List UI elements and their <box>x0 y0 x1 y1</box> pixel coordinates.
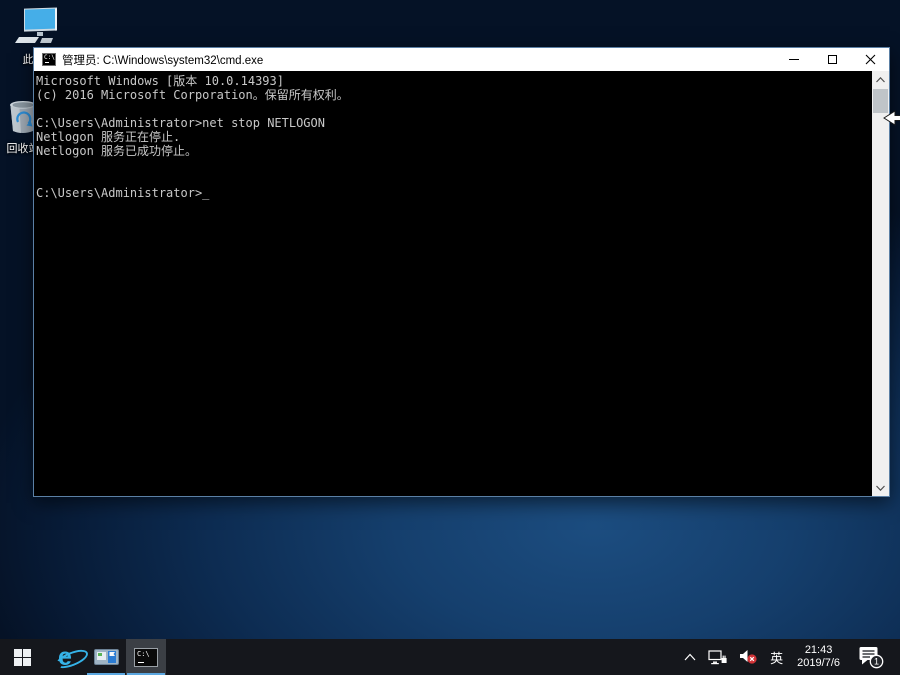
tray-network[interactable] <box>702 639 733 675</box>
tray-volume-muted[interactable] <box>733 639 764 675</box>
console-prompt-line: C:\Users\Administrator>_ <box>36 186 872 200</box>
console-line: (c) 2016 Microsoft Corporation。保留所有权利。 <box>36 88 872 102</box>
console-line <box>36 172 872 186</box>
taskbar-item-server-manager[interactable] <box>86 639 126 675</box>
console-output[interactable]: Microsoft Windows [版本 10.0.14393] (c) 20… <box>34 71 872 496</box>
taskbar-item-cmd[interactable]: C:\ <box>126 639 166 675</box>
close-icon <box>865 54 876 65</box>
desktop: 此电脑 回收站 C:\ 管理员: C:\Windows\system32\cmd… <box>0 0 900 675</box>
clock-time: 21:43 <box>805 644 833 657</box>
chevron-down-icon <box>876 485 885 491</box>
start-button[interactable] <box>0 639 44 675</box>
this-pc-icon <box>15 5 63 52</box>
close-button[interactable] <box>851 48 889 71</box>
taskbar: e C:\ <box>0 639 900 675</box>
vertical-scrollbar[interactable] <box>872 71 889 496</box>
maximize-button[interactable] <box>813 48 851 71</box>
tray-show-hidden-icons[interactable] <box>678 639 702 675</box>
tray-ime-indicator[interactable]: 英 <box>764 639 789 675</box>
minimize-button[interactable] <box>775 48 813 71</box>
console-line: C:\Users\Administrator>net stop NETLOGON <box>36 116 872 130</box>
network-icon <box>708 650 727 665</box>
console-line: Microsoft Windows [版本 10.0.14393] <box>36 74 872 88</box>
minimize-icon <box>789 59 799 60</box>
chevron-up-icon <box>684 653 696 661</box>
windows-logo-icon <box>14 649 31 666</box>
scrollbar-thumb[interactable] <box>873 89 888 113</box>
console-body: Microsoft Windows [版本 10.0.14393] (c) 20… <box>34 71 889 496</box>
console-line <box>36 158 872 172</box>
taskbar-item-internet-explorer[interactable]: e <box>44 639 86 675</box>
notification-badge: 1 <box>874 657 879 667</box>
action-center-icon: 1 <box>858 645 884 669</box>
tray-clock[interactable]: 21:43 2019/7/6 <box>789 639 848 675</box>
cmd-taskbar-icon: C:\ <box>134 648 158 667</box>
cmd-window: C:\ 管理员: C:\Windows\system32\cmd.exe Mic… <box>33 47 890 497</box>
console-prompt: C:\Users\Administrator> <box>36 186 202 200</box>
scroll-up-button[interactable] <box>872 71 889 88</box>
console-line <box>36 102 872 116</box>
console-line: Netlogon 服务正在停止. <box>36 130 872 144</box>
speaker-muted-icon <box>739 649 758 665</box>
window-title: 管理员: C:\Windows\system32\cmd.exe <box>62 52 775 68</box>
window-titlebar[interactable]: C:\ 管理员: C:\Windows\system32\cmd.exe <box>34 48 889 71</box>
chevron-up-icon <box>876 77 885 83</box>
tray-action-center[interactable]: 1 <box>848 639 894 675</box>
console-cursor: _ <box>202 186 209 200</box>
internet-explorer-icon: e <box>58 645 72 670</box>
scroll-down-button[interactable] <box>872 479 889 496</box>
clock-date: 2019/7/6 <box>797 657 840 670</box>
server-manager-icon <box>94 647 119 667</box>
console-line: Netlogon 服务已成功停止。 <box>36 144 872 158</box>
system-tray: 英 21:43 2019/7/6 1 <box>678 639 900 675</box>
maximize-icon <box>828 55 837 64</box>
cmd-icon: C:\ <box>42 53 56 66</box>
